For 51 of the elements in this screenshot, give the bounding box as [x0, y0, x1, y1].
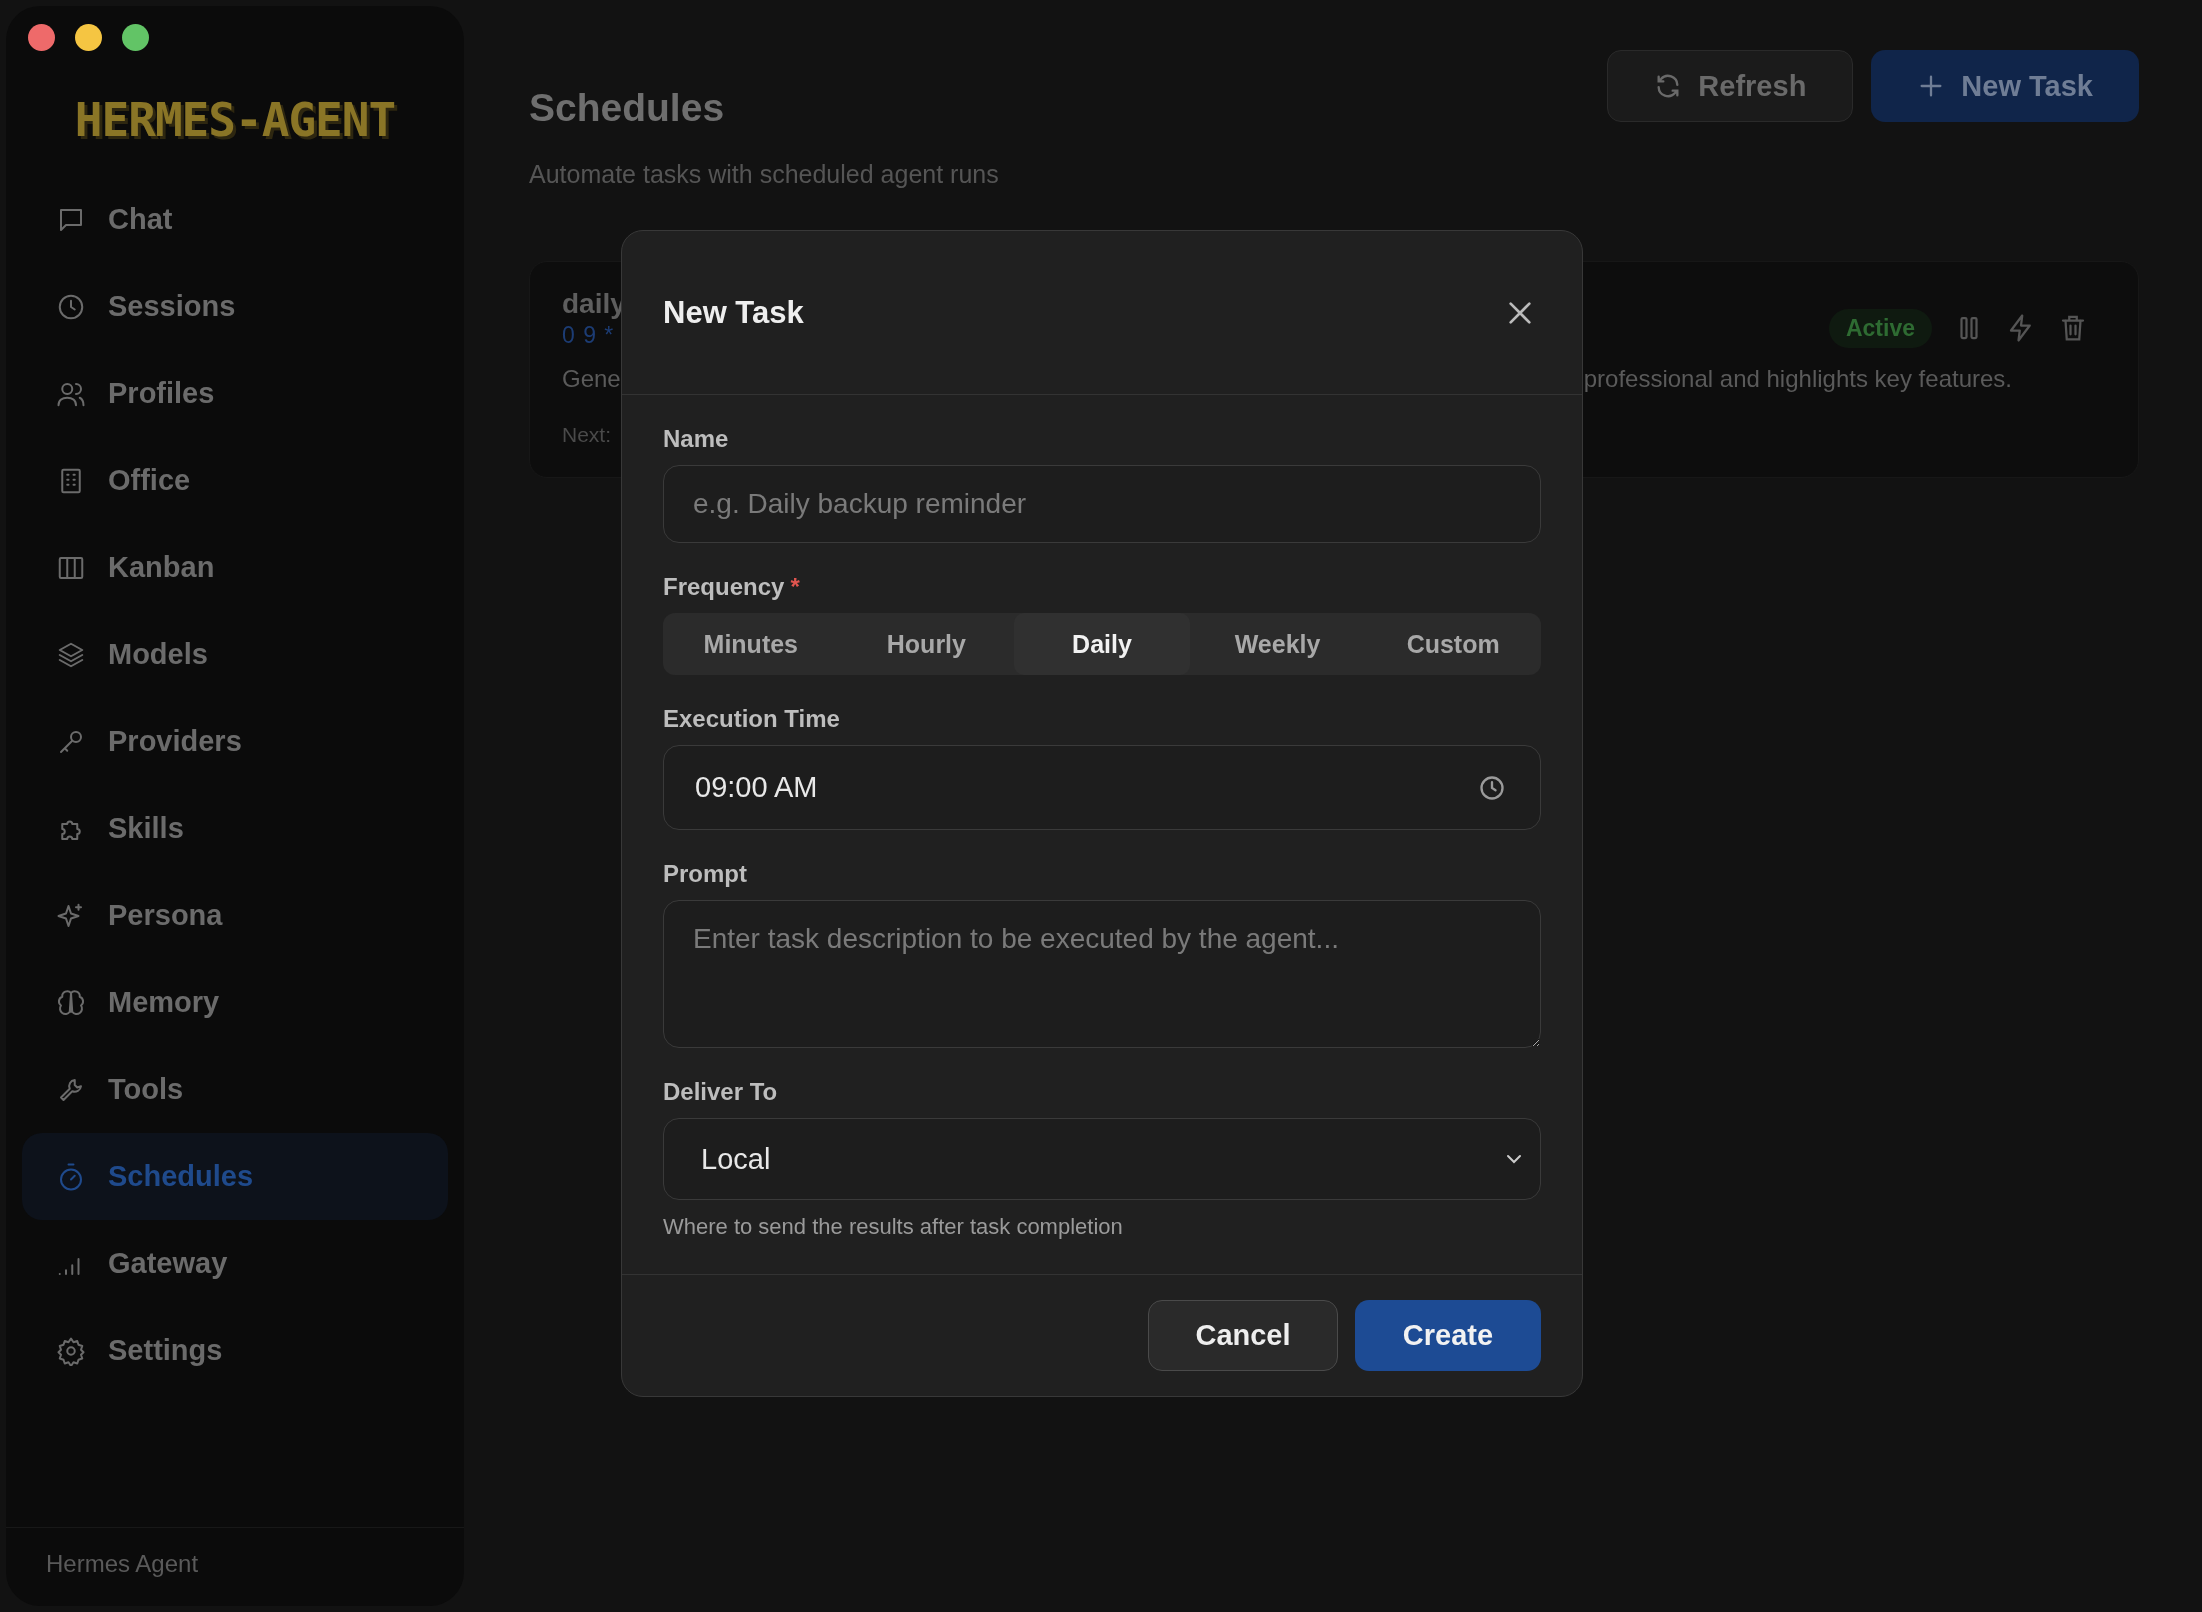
- frequency-option[interactable]: Minutes: [663, 613, 839, 675]
- nav-item[interactable]: Schedules: [22, 1133, 448, 1220]
- nav-item[interactable]: Providers: [22, 698, 448, 785]
- name-field[interactable]: e.g. Daily backup reminder: [663, 465, 1541, 543]
- brain-icon: [56, 987, 86, 1018]
- task-description: Gene: [562, 365, 621, 393]
- field-label: Name: [663, 425, 730, 453]
- close-window-button[interactable]: [28, 24, 55, 51]
- nav-item[interactable]: Sessions: [22, 263, 448, 350]
- new-task-button[interactable]: New Task: [1871, 50, 2139, 122]
- nav-item[interactable]: Persona: [22, 872, 448, 959]
- frequency-option[interactable]: Weekly: [1189, 613, 1366, 675]
- deliver-to-dropdown[interactable]: Local: [663, 1118, 1541, 1200]
- task-title: daily: [562, 288, 626, 320]
- page-title: Schedules: [529, 86, 726, 130]
- nav-item[interactable]: Tools: [22, 1046, 448, 1133]
- nav-item[interactable]: Models: [22, 611, 448, 698]
- nav-item[interactable]: Profiles: [22, 350, 448, 437]
- cron-expression: 0 9 *: [562, 322, 615, 349]
- field-label: Frequency: [663, 573, 785, 601]
- gear-icon: [56, 1335, 86, 1366]
- frequency-option[interactable]: Custom: [1365, 613, 1541, 675]
- field-label: Execution Time: [663, 705, 841, 733]
- nav-item[interactable]: Chat: [22, 176, 448, 263]
- nav-item[interactable]: Memory: [22, 959, 448, 1046]
- frequency-option[interactable]: Hourly: [838, 613, 1015, 675]
- nav-item[interactable]: Gateway: [22, 1220, 448, 1307]
- required-mark: *: [790, 573, 800, 601]
- refresh-button[interactable]: Refresh: [1607, 50, 1854, 122]
- page-subtitle: Automate tasks with scheduled agent runs: [529, 160, 999, 189]
- nav-item[interactable]: Skills: [22, 785, 448, 872]
- app-name: Hermes Agent: [46, 1550, 199, 1577]
- next-run-label: Next:: [562, 423, 611, 447]
- frequency-option[interactable]: Daily: [1014, 613, 1190, 675]
- prompt-field[interactable]: Enter task description to be executed by the agent...: [663, 900, 1541, 1048]
- field-hint: Where to send the results after task completion: [663, 1214, 1124, 1240]
- nav-item[interactable]: Kanban: [22, 524, 448, 611]
- nav-item[interactable]: Settings: [22, 1307, 448, 1394]
- task-description: professional and highlights key features.: [1583, 365, 2012, 393]
- create-button[interactable]: Create: [1355, 1300, 1541, 1371]
- field-label: Deliver To: [663, 1078, 779, 1106]
- status-badge: Active: [1828, 308, 1932, 348]
- clock-icon: [1478, 773, 1506, 802]
- logo: HERMES-AGENT: [74, 93, 396, 147]
- dialog-title: New Task: [663, 294, 804, 331]
- nav-item[interactable]: Office: [22, 437, 448, 524]
- time-field[interactable]: 09:00 AM: [663, 745, 1541, 830]
- minimize-window-button[interactable]: [75, 24, 102, 51]
- field-label: Prompt: [663, 860, 748, 888]
- zoom-window-button[interactable]: [122, 24, 149, 51]
- cancel-button[interactable]: Cancel: [1148, 1300, 1338, 1371]
